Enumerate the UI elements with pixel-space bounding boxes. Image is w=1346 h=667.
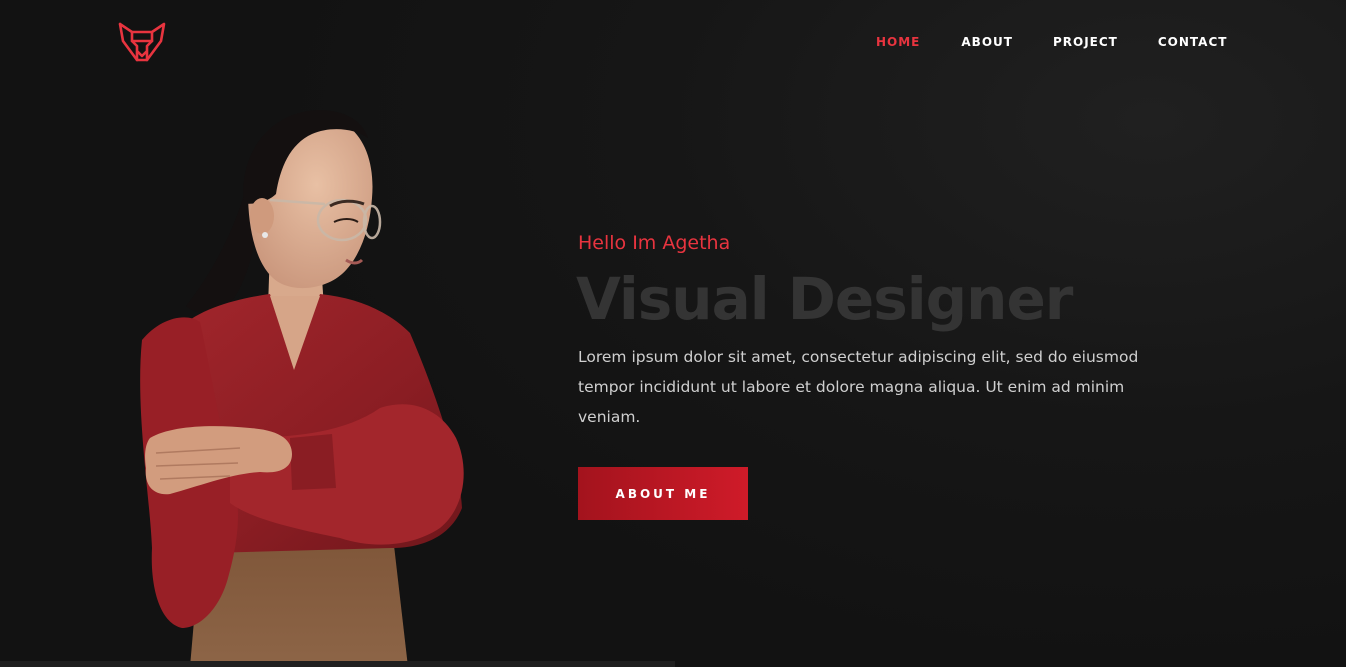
hero-description: Lorem ipsum dolor sit amet, consectetur … bbox=[578, 348, 1139, 426]
woman-portrait-image bbox=[140, 110, 464, 667]
about-me-button[interactable]: ABOUT ME bbox=[578, 467, 748, 520]
main-nav: HOME ABOUT PROJECT CONTACT bbox=[876, 34, 1227, 50]
bottom-divider bbox=[0, 661, 675, 667]
fox-logo-icon[interactable] bbox=[116, 21, 168, 63]
hero-greeting: Hello Im Agetha bbox=[578, 232, 731, 254]
nav-home[interactable]: HOME bbox=[876, 34, 920, 50]
hero-headline: Visual Designer bbox=[576, 265, 1073, 333]
nav-contact[interactable]: CONTACT bbox=[1158, 34, 1228, 50]
nav-project[interactable]: PROJECT bbox=[1053, 34, 1118, 50]
nav-about[interactable]: ABOUT bbox=[961, 34, 1013, 50]
page: HOME ABOUT PROJECT CONTACT Hello Im Aget… bbox=[0, 0, 1346, 667]
